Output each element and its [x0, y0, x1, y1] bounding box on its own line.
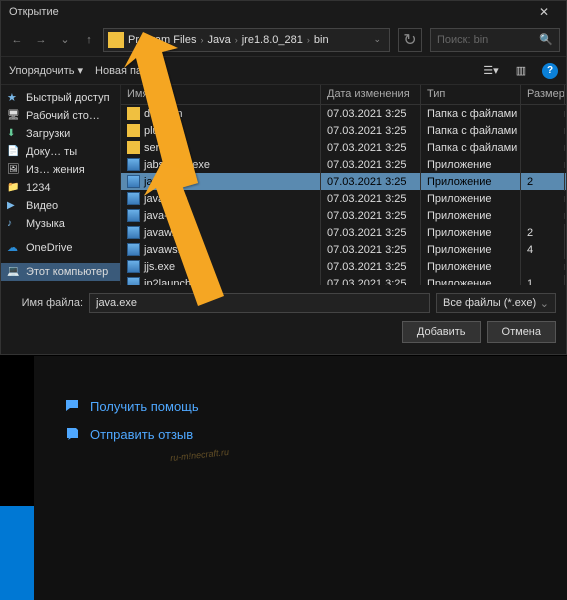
breadcrumb-seg[interactable]: bin — [314, 34, 329, 46]
organize-button[interactable]: Упорядочить ▾ — [9, 64, 83, 77]
filetype-filter[interactable]: Все файлы (*.exe) — [436, 293, 556, 313]
col-name[interactable]: Имя — [121, 85, 321, 104]
close-icon[interactable]: ✕ — [530, 5, 558, 19]
chevron-right-icon: › — [307, 35, 310, 45]
ico-desktop — [7, 109, 21, 123]
file-row[interactable]: java-r07.03.2021 3:25Приложение — [121, 207, 566, 224]
exe-icon — [127, 209, 140, 222]
open-button[interactable]: Добавить — [402, 321, 481, 343]
sidebar-item[interactable]: Загрузки — [1, 125, 120, 143]
new-folder-button[interactable]: Новая пап — [95, 65, 148, 77]
help-chat-icon — [64, 398, 80, 414]
file-row[interactable]: plugin207.03.2021 3:25Папка с файлами — [121, 122, 566, 139]
search-placeholder: Поиск: bin — [437, 34, 488, 46]
recent-dropdown[interactable]: ⌄ — [55, 30, 75, 50]
ico-down — [7, 127, 21, 141]
file-row[interactable]: javaws.ex07.03.2021 3:25Приложение4 — [121, 241, 566, 258]
col-date[interactable]: Дата изменения — [321, 85, 421, 104]
feedback-link[interactable]: Отправить отзыв — [64, 426, 567, 442]
ico-cloud — [7, 241, 21, 255]
taskbar-accent — [0, 356, 34, 600]
exe-icon — [127, 226, 140, 239]
exe-icon — [127, 243, 140, 256]
breadcrumb-seg[interactable]: Program Files — [128, 34, 196, 46]
sidebar-item[interactable]: OneDrive — [1, 239, 120, 257]
file-row[interactable]: javacpl e07.03.2021 3:25Приложение — [121, 190, 566, 207]
filename-input[interactable] — [89, 293, 430, 313]
sidebar-item[interactable]: Быстрый доступ — [1, 89, 120, 107]
sidebar-item[interactable]: 1234 — [1, 179, 120, 197]
sidebar-item[interactable]: Этот компьютер — [1, 263, 120, 281]
get-help-link[interactable]: Получить помощь — [64, 398, 567, 414]
exe-icon — [127, 192, 140, 205]
search-input[interactable]: Поиск: bin 🔍 — [430, 28, 560, 52]
sidebar-item[interactable]: Доку… ты — [1, 143, 120, 161]
preview-pane-icon[interactable]: ▥ — [512, 62, 530, 80]
exe-icon — [127, 260, 140, 273]
sidebar-item[interactable]: Из… жения — [1, 161, 120, 179]
folder-icon — [127, 124, 140, 137]
breadcrumb-seg[interactable]: jre1.8.0_281 — [242, 34, 303, 46]
exe-icon — [127, 175, 140, 188]
file-row[interactable]: jabswitch.exe07.03.2021 3:25Приложение — [121, 156, 566, 173]
sidebar: Быстрый доступРабочий сто…ЗагрузкиДоку… … — [1, 85, 121, 285]
file-row[interactable]: server07.03.2021 3:25Папка с файлами — [121, 139, 566, 156]
cancel-button[interactable]: Отмена — [487, 321, 556, 343]
back-button[interactable]: ← — [7, 30, 27, 50]
chevron-right-icon: › — [235, 35, 238, 45]
sidebar-item[interactable]: Рабочий сто… — [1, 107, 120, 125]
file-row[interactable]: jjs.exe07.03.2021 3:25Приложение — [121, 258, 566, 275]
filename-label: Имя файла: — [11, 297, 83, 309]
sidebar-item[interactable]: Видео — [1, 197, 120, 215]
settings-background: Получить помощь Отправить отзыв — [0, 356, 567, 600]
sidebar-item[interactable]: Музыка — [1, 215, 120, 233]
forward-button[interactable]: → — [31, 30, 51, 50]
ico-pic — [7, 163, 21, 177]
titlebar: Открытие ✕ — [1, 1, 566, 23]
toolbar: Упорядочить ▾ Новая пап ☰▾ ▥ ? — [1, 57, 566, 85]
column-headers: Имя Дата изменения Тип Размер — [121, 85, 566, 105]
col-type[interactable]: Тип — [421, 85, 521, 104]
ico-video — [7, 199, 21, 213]
search-icon: 🔍 — [539, 33, 553, 46]
folder-icon — [127, 107, 140, 120]
exe-icon — [127, 158, 140, 171]
dialog-title: Открытие — [9, 6, 530, 18]
help-icon[interactable]: ? — [542, 63, 558, 79]
breadcrumb-seg[interactable]: Java — [207, 34, 230, 46]
ico-folder — [7, 181, 21, 195]
file-row[interactable]: javaw. e07.03.2021 3:25Приложение2 — [121, 224, 566, 241]
file-row[interactable]: dtplugin07.03.2021 3:25Папка с файлами — [121, 105, 566, 122]
file-row[interactable]: jp2launche xe07.03.2021 3:25Приложение1 — [121, 275, 566, 285]
refresh-button[interactable]: ↻ — [398, 28, 422, 52]
ico-doc — [7, 145, 21, 159]
file-open-dialog: Открытие ✕ ← → ⌄ ↑ Program Files › Java › … — [0, 0, 567, 355]
col-size[interactable]: Размер — [521, 85, 565, 104]
ico-star — [7, 91, 21, 105]
bottom-bar: Имя файла: Все файлы (*.exe) Добавить От… — [1, 285, 566, 351]
up-button[interactable]: ↑ — [79, 30, 99, 50]
file-row[interactable]: java.exe07.03.2021 3:25Приложение2 — [121, 173, 566, 190]
ico-music — [7, 217, 21, 231]
chevron-right-icon: › — [200, 35, 203, 45]
feedback-icon — [64, 426, 80, 442]
file-list-pane: Имя Дата изменения Тип Размер dtplugin07… — [121, 85, 566, 285]
file-rows: dtplugin07.03.2021 3:25Папка с файламиpl… — [121, 105, 566, 285]
breadcrumb[interactable]: Program Files › Java › jre1.8.0_281 › bin ⌄ — [103, 28, 390, 52]
folder-icon — [127, 141, 140, 154]
view-details-icon[interactable]: ☰▾ — [482, 62, 500, 80]
exe-icon — [127, 277, 140, 285]
chevron-down-icon[interactable]: ⌄ — [373, 34, 381, 45]
folder-icon — [108, 32, 124, 48]
navbar: ← → ⌄ ↑ Program Files › Java › jre1.8.0_28… — [1, 23, 566, 57]
ico-pc — [7, 265, 21, 279]
